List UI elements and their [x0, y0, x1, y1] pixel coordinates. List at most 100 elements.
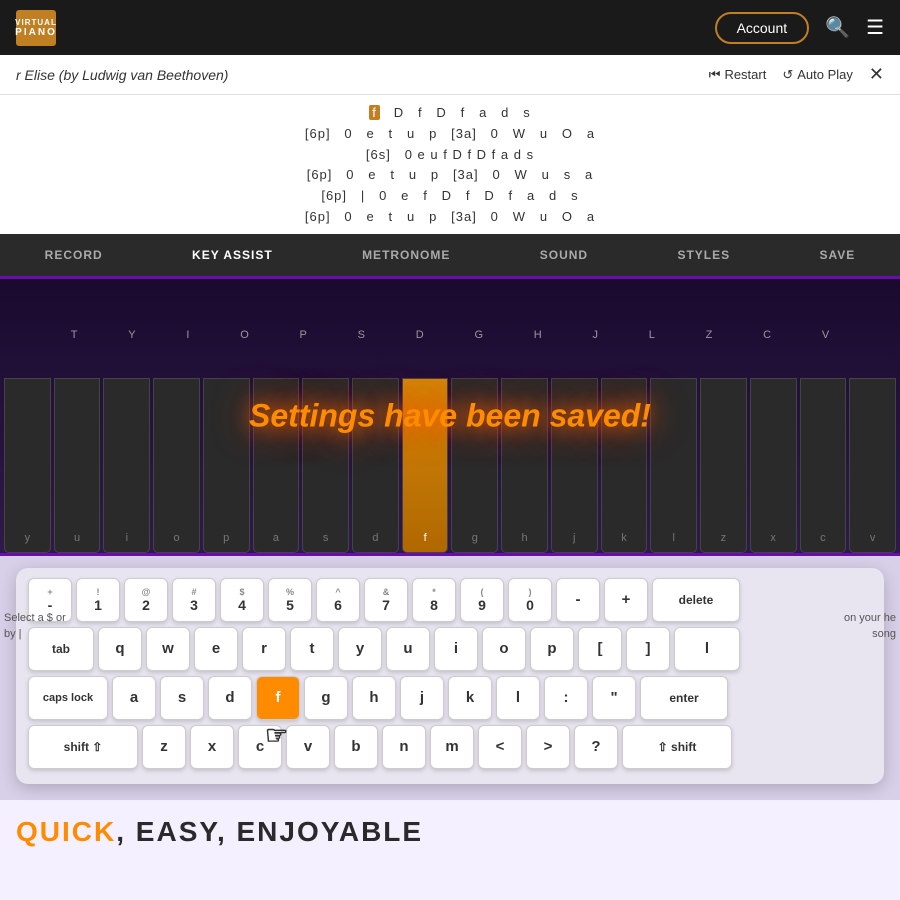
key-shift-left[interactable]: shift ⇧: [28, 725, 138, 769]
key-5[interactable]: % 5: [268, 578, 312, 622]
toolbar-styles[interactable]: STYLES: [669, 244, 738, 266]
menu-icon[interactable]: ☰: [866, 15, 884, 40]
key-quote[interactable]: ": [592, 676, 636, 720]
key-r[interactable]: r: [242, 627, 286, 671]
toolbar: RECORD KEY ASSIST METRONOME SOUND STYLES…: [0, 234, 900, 276]
key-e[interactable]: e: [194, 627, 238, 671]
key-o[interactable]: o: [482, 627, 526, 671]
close-button[interactable]: ✕: [869, 64, 884, 85]
key-z[interactable]: z: [142, 725, 186, 769]
key-7[interactable]: & 7: [364, 578, 408, 622]
key-h[interactable]: h: [352, 676, 396, 720]
key-question[interactable]: ?: [574, 725, 618, 769]
piano-label-G: G: [474, 329, 483, 341]
piano-label-J: J: [593, 329, 599, 341]
key-enter[interactable]: enter: [640, 676, 728, 720]
piano-key-p[interactable]: p: [203, 378, 250, 553]
song-controls: ⏮ Restart ↺ Auto Play ✕: [709, 64, 884, 85]
toolbar-sound[interactable]: SOUND: [532, 244, 596, 266]
piano-label-Y: Y: [128, 329, 135, 341]
keyboard-row-asdf: caps lock a s d f ☞ g h j k l : " enter: [28, 676, 872, 720]
key-a[interactable]: a: [112, 676, 156, 720]
piano-key-v[interactable]: v: [849, 378, 896, 553]
key-j[interactable]: j: [400, 676, 444, 720]
key-lbracket[interactable]: [: [578, 627, 622, 671]
key-dash[interactable]: -: [556, 578, 600, 622]
key-4[interactable]: $ 4: [220, 578, 264, 622]
autoplay-icon: ↺: [782, 67, 793, 83]
key-lt[interactable]: <: [478, 725, 522, 769]
toolbar-record[interactable]: RECORD: [37, 244, 111, 266]
autoplay-button[interactable]: ↺ Auto Play: [782, 67, 853, 83]
piano-label-I: I: [186, 329, 189, 341]
key-l[interactable]: l: [496, 676, 540, 720]
piano-label-D: D: [416, 329, 424, 341]
piano-key-c[interactable]: c: [800, 378, 847, 553]
piano-key-y[interactable]: y: [4, 378, 51, 553]
account-button[interactable]: Account: [715, 12, 810, 44]
key-semicolon[interactable]: :: [544, 676, 588, 720]
key-p[interactable]: p: [530, 627, 574, 671]
piano-label-H: H: [534, 329, 542, 341]
key-equal[interactable]: +: [604, 578, 648, 622]
key-l-right[interactable]: l: [674, 627, 740, 671]
key-c[interactable]: c: [238, 725, 282, 769]
sheet-line-2: [6p] 0 e t u p [3a] 0 W u O a: [0, 124, 900, 145]
key-u[interactable]: u: [386, 627, 430, 671]
key-y[interactable]: y: [338, 627, 382, 671]
key-g[interactable]: g: [304, 676, 348, 720]
key-gt[interactable]: >: [526, 725, 570, 769]
piano-label-T: T: [71, 329, 78, 341]
key-6[interactable]: ^ 6: [316, 578, 360, 622]
piano-key-u[interactable]: u: [54, 378, 101, 553]
key-w[interactable]: w: [146, 627, 190, 671]
toolbar-metronome[interactable]: METRONOME: [354, 244, 458, 266]
key-t[interactable]: t: [290, 627, 334, 671]
logo-box: VIRTUAL PIANO: [16, 10, 56, 46]
logo-piano: PIANO: [15, 27, 57, 38]
piano-key-x[interactable]: x: [750, 378, 797, 553]
sheet-music: f D f D f a d s [6p] 0 e t u p [3a] 0 W …: [0, 95, 900, 234]
key-2[interactable]: @ 2: [124, 578, 168, 622]
toolbar-save[interactable]: SAVE: [811, 244, 863, 266]
key-s[interactable]: s: [160, 676, 204, 720]
logo: VIRTUAL PIANO: [16, 10, 56, 46]
song-bar: r Elise (by Ludwig van Beethoven) ⏮ Rest…: [0, 55, 900, 95]
key-b[interactable]: b: [334, 725, 378, 769]
piano-key-l[interactable]: l: [650, 378, 697, 553]
header-right: Account 🔍 ☰: [715, 12, 884, 44]
key-caps-lock[interactable]: caps lock: [28, 676, 108, 720]
search-icon[interactable]: 🔍: [825, 15, 850, 40]
toolbar-key-assist[interactable]: KEY ASSIST: [184, 244, 281, 266]
key-i[interactable]: i: [434, 627, 478, 671]
piano-key-o[interactable]: o: [153, 378, 200, 553]
key-m[interactable]: m: [430, 725, 474, 769]
key-d[interactable]: d: [208, 676, 252, 720]
keyboard-row-numbers: + - ! 1 @ 2 # 3 $ 4 % 5: [28, 578, 872, 622]
logo-virtual: VIRTUAL: [15, 18, 57, 27]
piano-label-O: O: [240, 329, 249, 341]
key-1[interactable]: ! 1: [76, 578, 120, 622]
piano-key-z[interactable]: z: [700, 378, 747, 553]
header: VIRTUAL PIANO Account 🔍 ☰: [0, 0, 900, 55]
restart-icon: ⏮: [709, 67, 721, 83]
key-f[interactable]: f ☞: [256, 676, 300, 720]
key-9[interactable]: ( 9: [460, 578, 504, 622]
key-x[interactable]: x: [190, 725, 234, 769]
key-shift-right[interactable]: ⇧ shift: [622, 725, 732, 769]
key-rbracket[interactable]: ]: [626, 627, 670, 671]
key-n[interactable]: n: [382, 725, 426, 769]
key-8[interactable]: * 8: [412, 578, 456, 622]
restart-button[interactable]: ⏮ Restart: [709, 67, 767, 83]
sheet-line-4: [6p] 0 e t u p [3a] 0 W u s a: [0, 165, 900, 186]
key-delete[interactable]: delete: [652, 578, 740, 622]
song-title: r Elise (by Ludwig van Beethoven): [16, 67, 228, 83]
piano-key-i[interactable]: i: [103, 378, 150, 553]
key-3[interactable]: # 3: [172, 578, 216, 622]
key-q[interactable]: q: [98, 627, 142, 671]
key-0[interactable]: ) 0: [508, 578, 552, 622]
piano-label-S: S: [358, 329, 365, 341]
sheet-line-3: [6s] 0 e u f D f D f a d s: [0, 145, 900, 166]
key-k[interactable]: k: [448, 676, 492, 720]
key-v[interactable]: v: [286, 725, 330, 769]
